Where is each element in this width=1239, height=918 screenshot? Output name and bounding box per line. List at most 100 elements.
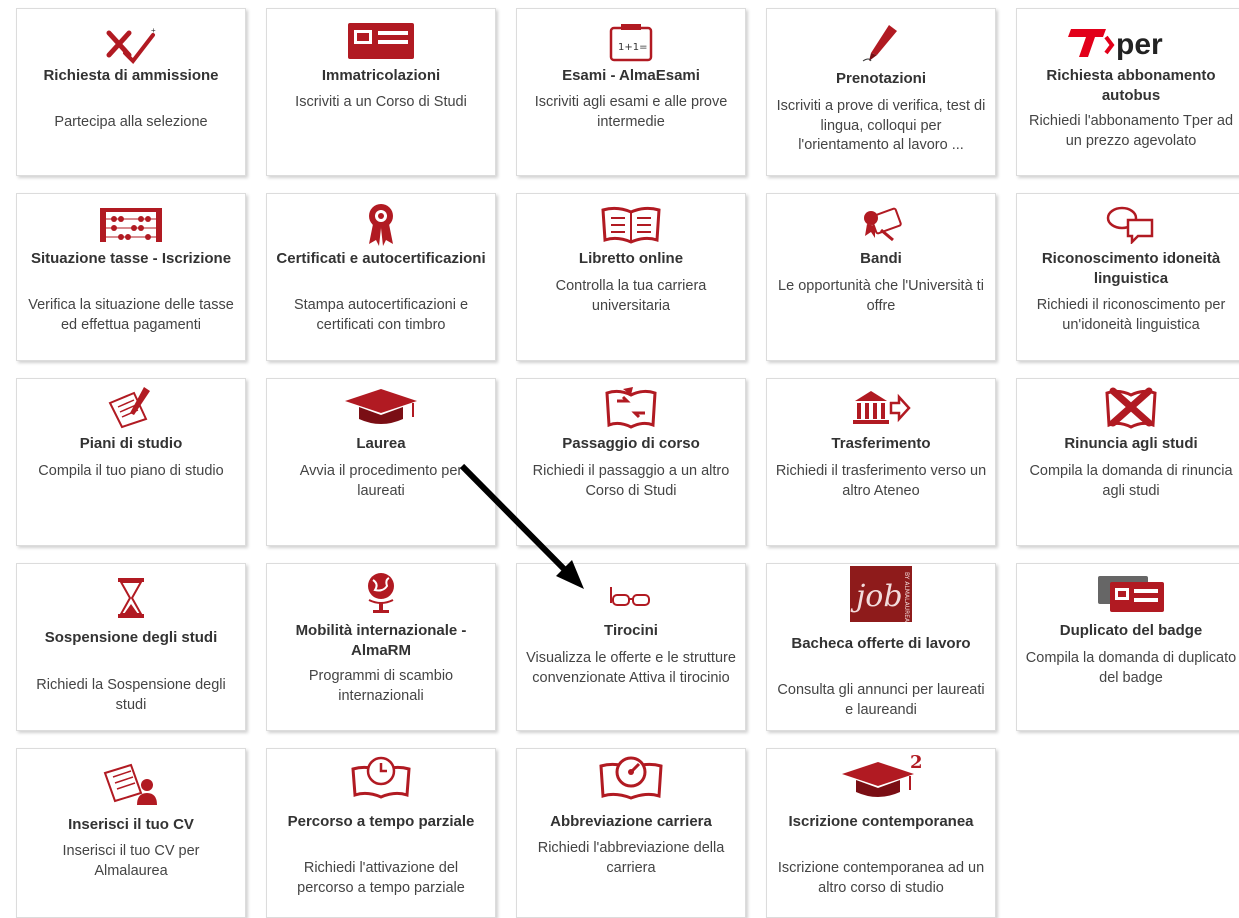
tile-abbreviazione-carriera[interactable]: Abbreviazione carriera Richiedi l'abbrev…	[516, 748, 746, 918]
book-exchange-icon	[517, 385, 745, 429]
tile-title: Prenotazioni	[835, 70, 926, 87]
tile-title: Abbreviazione carriera	[550, 813, 712, 830]
part-time-clock-icon	[267, 755, 495, 799]
tile-title: Passaggio di corso	[562, 435, 700, 452]
svg-text:+: +	[151, 26, 156, 35]
tile-trasferimento[interactable]: Trasferimento Richiedi il trasferimento …	[766, 378, 996, 546]
tile-rinuncia-studi[interactable]: Rinuncia agli studi Compila la domanda d…	[1016, 378, 1239, 546]
tile-description: Stampa autocertificazioni e certificati …	[293, 297, 469, 333]
tile-abbonamento-autobus[interactable]: per Richiesta abbonamento autobus Richie…	[1016, 8, 1239, 176]
tile-bandi[interactable]: Bandi Le opportunità che l'Università ti…	[766, 193, 996, 361]
tile-richiesta-ammissione[interactable]: + Richiesta di ammissione Partecipa alla…	[16, 8, 246, 176]
tile-tirocini[interactable]: Tirocini Visualizza le offerte e le stru…	[516, 563, 746, 731]
tile-description: Compila il tuo piano di studio	[38, 463, 224, 479]
tile-description: Verifica la situazione delle tasse ed ef…	[28, 297, 234, 333]
svg-text:job: job	[850, 579, 903, 614]
bando-seal-icon	[767, 202, 995, 246]
cv-document-icon	[17, 763, 245, 807]
tile-description: Iscriviti a un Corso di Studi	[295, 94, 467, 110]
book-cross-icon	[1017, 385, 1239, 429]
tile-title: Bandi	[860, 250, 902, 267]
tile-percorso-tempo-parziale[interactable]: Percorso a tempo parziale Richiedi l'att…	[266, 748, 496, 918]
id-card-icon	[267, 19, 495, 63]
tile-immatricolazioni[interactable]: Immatricolazioni Iscriviti a un Corso di…	[266, 8, 496, 176]
tile-description: Consulta gli annunci per laureati e laur…	[777, 682, 985, 718]
speech-bubbles-icon	[1017, 202, 1239, 246]
tile-title: Certificati e autocertificazioni	[276, 250, 486, 267]
speedometer-book-icon	[517, 755, 745, 800]
tile-description: Iscriviti agli esami e alle prove interm…	[534, 94, 728, 130]
tile-title: Trasferimento	[831, 435, 931, 452]
tile-title: Immatricolazioni	[321, 67, 441, 84]
tile-iscrizione-contemporanea[interactable]: 2 Iscrizione contemporanea Iscrizione co…	[766, 748, 996, 918]
pen-icon	[767, 21, 995, 65]
tile-inserisci-cv[interactable]: Inserisci il tuo CV Inserisci il tuo CV …	[16, 748, 246, 918]
tile-title: Richiesta di ammissione	[43, 67, 219, 84]
tile-situazione-tasse[interactable]: Situazione tasse - Iscrizione Verifica l…	[16, 193, 246, 361]
tile-description: Richiedi il trasferimento verso un altro…	[775, 463, 987, 499]
tper-logo-icon: per	[1017, 19, 1239, 63]
tile-laurea[interactable]: Laurea Avvia il procedimento per laureat…	[266, 378, 496, 546]
tile-title: Esami - AlmaEsami	[562, 67, 700, 84]
tile-description: Inserisci il tuo CV per Almalaurea	[62, 843, 200, 879]
globe-icon	[267, 570, 495, 614]
job-logo-icon: job BY ALMALAUREA	[767, 566, 995, 622]
tile-description: Compila la domanda di duplicato del badg…	[1025, 650, 1237, 686]
glasses-icon	[517, 576, 745, 620]
tile-passaggio-di-corso[interactable]: Passaggio di corso Richiedi il passaggio…	[516, 378, 746, 546]
tile-description: Richiedi la Sospensione degli studi	[36, 677, 226, 713]
graduation-cap-icon	[267, 385, 495, 429]
tile-description: Iscrizione contemporanea ad un altro cor…	[777, 860, 985, 896]
ballot-check-icon: +	[17, 23, 245, 67]
tile-title: Libretto online	[578, 250, 684, 267]
svg-text:BY ALMALAUREA: BY ALMALAUREA	[903, 572, 910, 622]
tile-title: Sospensione degli studi	[44, 629, 218, 646]
tile-description: Controlla la tua carriera universitaria	[555, 278, 707, 314]
tile-title: Tirocini	[604, 622, 658, 639]
tile-description: Le opportunità che l'Università ti offre	[778, 278, 984, 314]
tile-title: Riconoscimento idoneità linguistica	[1041, 250, 1221, 287]
tile-piani-di-studio[interactable]: Piani di studio Compila il tuo piano di …	[16, 378, 246, 546]
tile-description: Richiedi il riconoscimento per un'idonei…	[1036, 297, 1226, 333]
tile-title: Inserisci il tuo CV	[68, 816, 194, 833]
tile-idoneita-linguistica[interactable]: Riconoscimento idoneità linguistica Rich…	[1016, 193, 1239, 361]
tile-prenotazioni[interactable]: Prenotazioni Iscriviti a prove di verifi…	[766, 8, 996, 176]
cap-two-icon: 2	[767, 752, 995, 799]
institution-arrow-icon	[767, 385, 995, 429]
tile-title: Situazione tasse - Iscrizione	[30, 250, 232, 267]
exam-calendar-icon: 1+1=	[517, 21, 745, 65]
tile-mobilita-internazionale[interactable]: Mobilità internazionale - AlmaRM Program…	[266, 563, 496, 731]
badge-two: 2	[910, 752, 923, 773]
tile-title: Richiesta abbonamento autobus	[1046, 67, 1216, 104]
tile-title: Laurea	[356, 435, 406, 452]
svg-text:1+1=: 1+1=	[618, 42, 647, 53]
ribbon-award-icon	[267, 202, 495, 246]
tile-description: Richiedi il passaggio a un altro Corso d…	[532, 463, 730, 499]
tile-description: Richiedi l'attivazione del percorso a te…	[297, 860, 465, 896]
tile-description: Compila la domanda di rinuncia agli stud…	[1029, 463, 1233, 499]
tile-description: Richiedi l'abbonamento Tper ad un prezzo…	[1028, 113, 1234, 149]
tile-description: Visualizza le offerte e le strutture con…	[526, 650, 736, 686]
tile-title: Bacheca offerte di lavoro	[791, 635, 971, 652]
tile-description: Partecipa alla selezione	[54, 114, 208, 130]
tile-title: Mobilità internazionale - AlmaRM	[295, 622, 467, 659]
open-book-icon	[517, 202, 745, 246]
tile-description: Programmi di scambio internazionali	[308, 668, 454, 704]
hourglass-icon	[17, 576, 245, 620]
tile-title: Piani di studio	[79, 435, 183, 452]
study-plan-pen-icon	[17, 385, 245, 429]
tile-description: Avvia il procedimento per laureati	[299, 463, 463, 499]
tile-esami-almaesami[interactable]: 1+1= Esami - AlmaEsami Iscriviti agli es…	[516, 8, 746, 176]
tile-title: Rinuncia agli studi	[1064, 435, 1198, 452]
tile-certificati[interactable]: Certificati e autocertificazioni Stampa …	[266, 193, 496, 361]
tile-duplicato-badge[interactable]: Duplicato del badge Compila la domanda d…	[1016, 563, 1239, 731]
tile-title: Duplicato del badge	[1059, 622, 1203, 639]
tile-libretto-online[interactable]: Libretto online Controlla la tua carrier…	[516, 193, 746, 361]
tile-title: Percorso a tempo parziale	[287, 813, 475, 830]
tile-bacheca-offerte-lavoro[interactable]: job BY ALMALAUREA Bacheca offerte di lav…	[766, 563, 996, 731]
tile-description: Iscriviti a prove di verifica, test di l…	[776, 98, 986, 153]
badge-duplicate-icon	[1017, 572, 1239, 616]
svg-text:per: per	[1116, 28, 1163, 61]
tile-sospensione-studi[interactable]: Sospensione degli studi Richiedi la Sosp…	[16, 563, 246, 731]
abacus-icon	[17, 202, 245, 246]
